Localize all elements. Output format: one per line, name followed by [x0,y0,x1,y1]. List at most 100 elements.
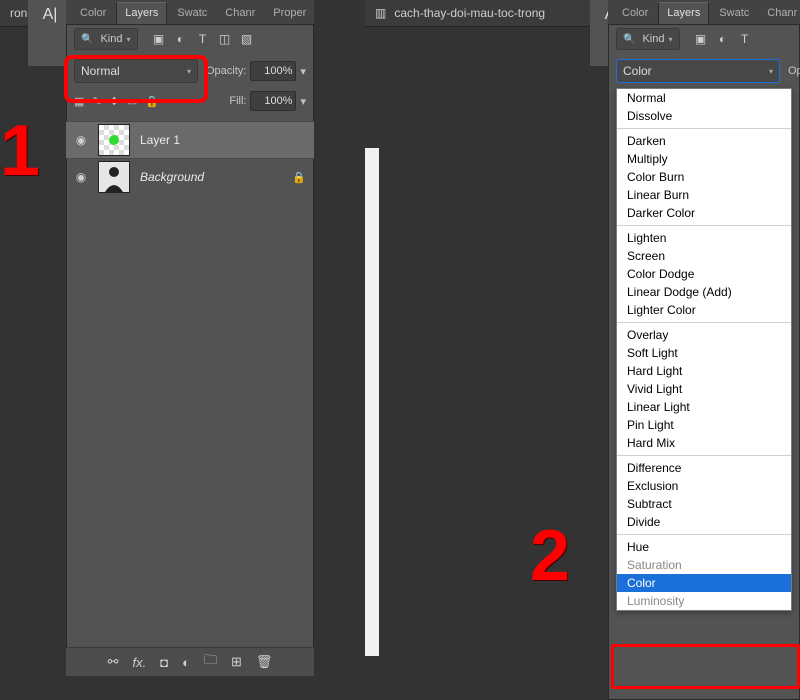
layer-row[interactable]: ◉ Layer 1 [66,121,314,158]
blend-option[interactable]: Soft Light [617,344,791,362]
blend-option[interactable]: Pin Light [617,416,791,434]
group-icon[interactable]: 🗀 [204,651,217,673]
link-layers-icon[interactable]: ⚯ [108,654,119,670]
thumb-content-icon [109,135,119,145]
filter-adjust-icon[interactable]: ◐ [174,32,188,46]
blend-option[interactable]: Dissolve [617,107,791,125]
blend-option[interactable]: Saturation [617,556,791,574]
chevron-down-icon[interactable]: ▾ [300,65,306,78]
tab-properties[interactable]: Proper [265,3,314,24]
filter-pixel-icon[interactable]: ▣ [694,32,708,46]
kind-filter-icons: ▣ ◐ T ◫ ▧ [152,32,254,46]
new-layer-icon[interactable]: ⊞ [231,654,242,670]
tab-swatches[interactable]: Swatc [711,3,757,24]
doc-tab-right[interactable]: ▥ cach-thay-doi-mau-toc-trong [365,0,603,27]
doc-icon: ▥ [375,6,386,20]
tab-layers[interactable]: Layers [116,2,167,24]
menu-separator [617,128,791,129]
menu-separator [617,455,791,456]
fill-control[interactable]: Fill: 100% ▾ [229,91,306,111]
trash-icon[interactable]: 🗑 [256,654,273,670]
visibility-icon[interactable]: ◉ [74,170,88,184]
filter-smart-icon[interactable]: ▧ [240,32,254,46]
tab-layers[interactable]: Layers [658,2,709,24]
blend-mode-dropdown-right[interactable]: Color ▾ [616,59,780,83]
lock-icons: ▦ ✎ ✥ ▭ 🔒 [74,95,159,108]
lock-all-icon[interactable]: 🔒 [145,95,159,108]
blend-option[interactable]: Color Burn [617,168,791,186]
kind-filter-dropdown[interactable]: Kind ▾ [74,28,138,50]
layer-name[interactable]: Layer 1 [140,133,180,147]
tab-color[interactable]: Color [614,3,656,24]
tab-channels[interactable]: Chanr [217,3,263,24]
blend-option[interactable]: Lighter Color [617,301,791,319]
blend-option[interactable]: Linear Burn [617,186,791,204]
blend-option[interactable]: Divide [617,513,791,531]
filter-pixel-icon[interactable]: ▣ [152,32,166,46]
blend-option[interactable]: Color Dodge [617,265,791,283]
filter-type-icon[interactable]: T [738,32,752,46]
step-number-1: 1 [0,110,40,192]
visibility-icon[interactable]: ◉ [74,133,88,147]
blend-option[interactable]: Normal [617,89,791,107]
kind-filter-row-right: Kind ▾ ▣ ◐ T [608,25,800,53]
blend-mode-list[interactable]: Normal Dissolve Darken Multiply Color Bu… [616,88,792,611]
fill-label: Fill: [229,95,246,107]
blend-option[interactable]: Difference [617,459,791,477]
chevron-down-icon: ▾ [769,67,773,76]
opacity-value[interactable]: 100% [250,61,296,81]
blend-option[interactable]: Overlay [617,326,791,344]
blend-option[interactable]: Linear Dodge (Add) [617,283,791,301]
lock-artboard-icon[interactable]: ▭ [127,95,137,108]
blend-mode-value-left: Normal [81,64,120,78]
blend-option[interactable]: Screen [617,247,791,265]
kind-label: Kind [100,33,122,45]
adjustment-icon[interactable]: ◐ [182,655,190,670]
lock-paint-icon[interactable]: ✎ [92,95,101,108]
layer-thumbnail[interactable] [98,161,130,193]
layer-list: ◉ Layer 1 ◉ Background 🔒 [66,117,314,195]
blend-mode-dropdown-left[interactable]: Normal ▾ [74,59,198,83]
tab-swatches[interactable]: Swatc [169,3,215,24]
layer-thumbnail[interactable] [98,124,130,156]
search-icon [81,33,96,45]
blend-option[interactable]: Linear Light [617,398,791,416]
layers-panel-footer: ⚯ fx. ◘ ◐ 🗀 ⊞ 🗑 [66,647,314,676]
chevron-down-icon: ▾ [126,35,130,44]
blend-option-selected[interactable]: Color [617,574,791,592]
filter-shape-icon[interactable]: ◫ [218,32,232,46]
opacity-control-right[interactable]: Opac [788,65,800,77]
blend-option[interactable]: Hue [617,538,791,556]
blend-option[interactable]: Darken [617,132,791,150]
blend-option[interactable]: Exclusion [617,477,791,495]
chevron-down-icon[interactable]: ▾ [300,95,306,108]
tab-color[interactable]: Color [72,3,114,24]
blend-option[interactable]: Vivid Light [617,380,791,398]
filter-type-icon[interactable]: T [196,32,210,46]
blend-option[interactable]: Hard Light [617,362,791,380]
opacity-control[interactable]: Opacity: 100% ▾ [206,61,306,81]
lock-pos-icon[interactable]: ✥ [110,95,119,108]
blend-option[interactable]: Multiply [617,150,791,168]
blend-option[interactable]: Lighten [617,229,791,247]
layer-row[interactable]: ◉ Background 🔒 [66,158,314,195]
blend-option[interactable]: Luminosity [617,592,791,610]
blend-option[interactable]: Subtract [617,495,791,513]
lock-trans-icon[interactable]: ▦ [74,95,84,108]
blend-option[interactable]: Hard Mix [617,434,791,452]
type-tool-icon[interactable]: A| [43,6,58,24]
menu-separator [617,225,791,226]
fill-value[interactable]: 100% [250,91,296,111]
lock-icon[interactable]: 🔒 [292,171,306,184]
canvas-edge [365,148,379,656]
fx-icon[interactable]: fx. [133,655,147,670]
blend-option[interactable]: Darker Color [617,204,791,222]
lock-row: ▦ ✎ ✥ ▭ 🔒 Fill: 100% ▾ [66,89,314,117]
filter-adjust-icon[interactable]: ◐ [716,32,730,46]
chevron-down-icon: ▾ [187,67,191,76]
tab-channels[interactable]: Chanr [759,3,800,24]
kind-filter-dropdown[interactable]: Kind ▾ [616,28,680,50]
layer-name[interactable]: Background [140,170,204,184]
chevron-down-icon: ▾ [668,35,672,44]
mask-icon[interactable]: ◘ [160,655,168,670]
